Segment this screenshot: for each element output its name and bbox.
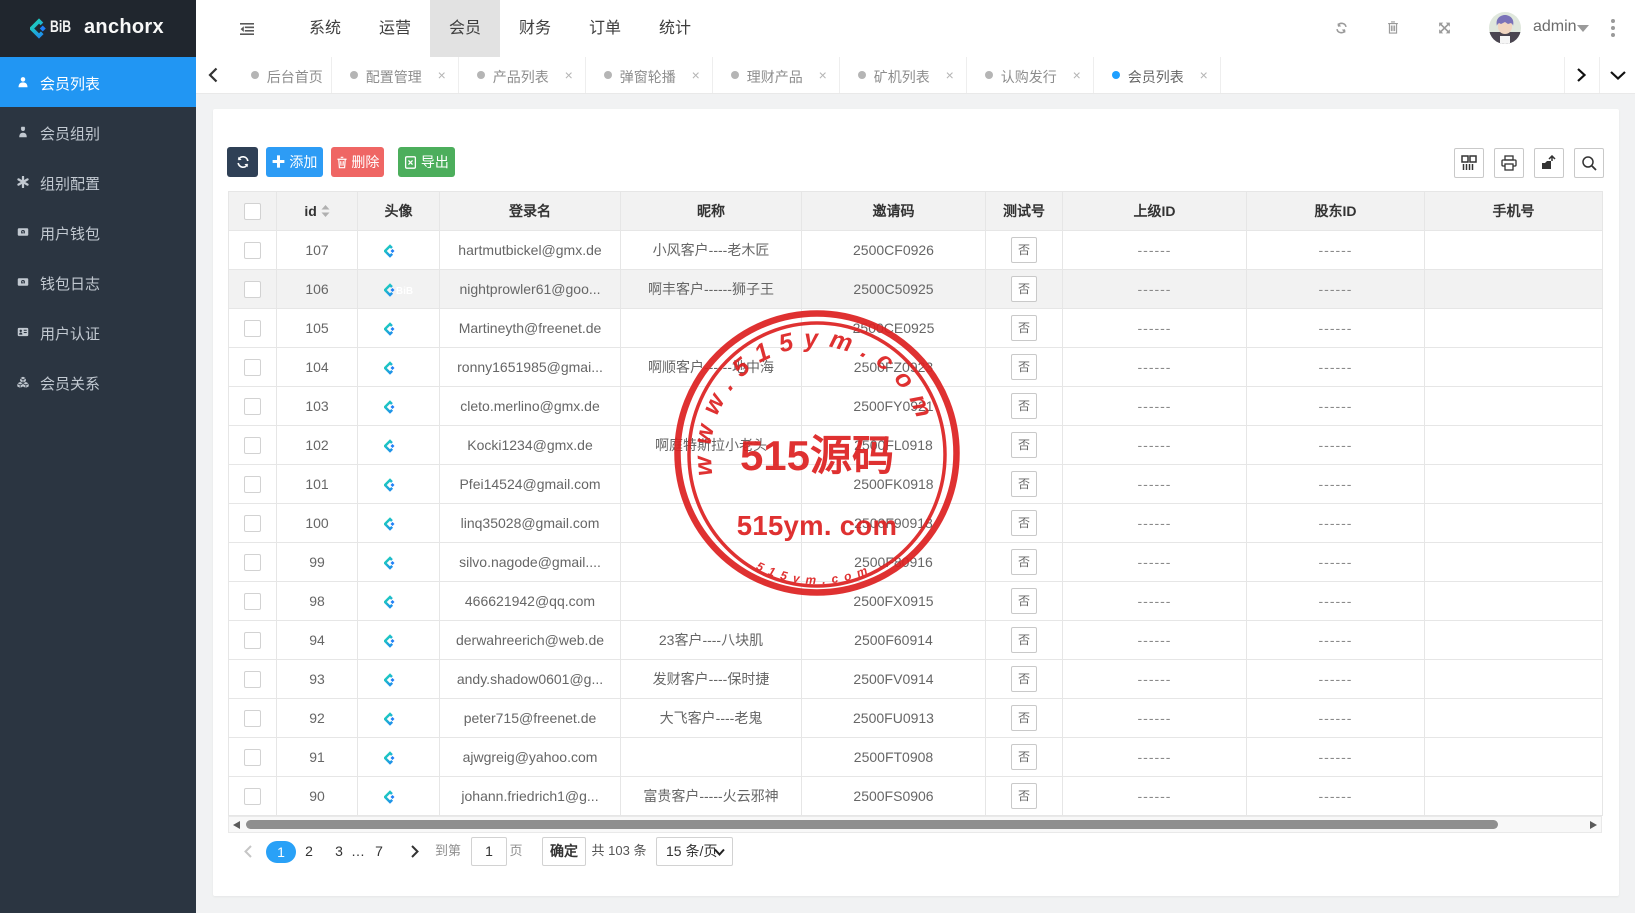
svg-text:515源码: 515源码 <box>740 432 894 479</box>
svg-text:515ym. com: 515ym. com <box>737 510 897 541</box>
